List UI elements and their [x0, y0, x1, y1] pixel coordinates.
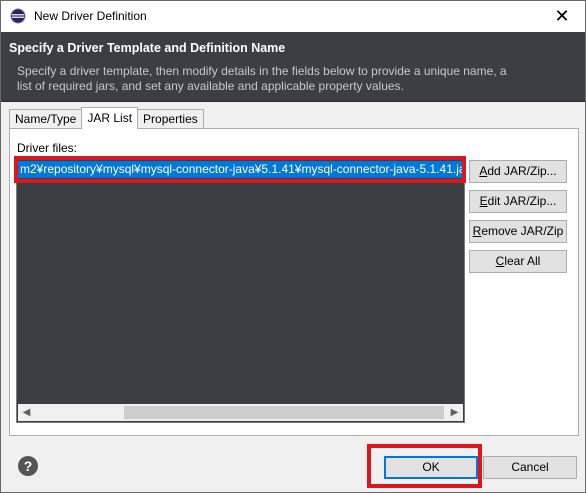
tab-jar-list[interactable]: JAR List — [81, 107, 139, 129]
clear-all-button[interactable]: Clear All — [469, 250, 567, 273]
edit-jar-button[interactable]: Edit JAR/Zip... — [469, 190, 567, 213]
list-item[interactable]: m2¥repository¥mysql¥mysql-connector-java… — [18, 161, 463, 178]
edit-jar-mnemonic: E — [479, 194, 488, 208]
scroll-thumb[interactable] — [124, 406, 444, 419]
edit-jar-label: dit JAR/Zip... — [487, 194, 557, 208]
ok-button[interactable]: OK — [384, 456, 478, 479]
title-bar: New Driver Definition ✕ — [1, 1, 585, 32]
remove-jar-button[interactable]: Remove JAR/Zip — [469, 220, 567, 243]
header-description: Specify a driver template, then modify d… — [17, 64, 507, 93]
dialog-window: New Driver Definition ✕ Specify a Driver… — [0, 0, 586, 493]
eclipse-icon — [10, 8, 26, 24]
tab-bar: Name/Type JAR List Properties — [9, 107, 204, 129]
tab-name-type[interactable]: Name/Type — [9, 109, 83, 129]
driver-files-list[interactable]: m2¥repository¥mysql¥mysql-connector-java… — [16, 159, 465, 423]
add-jar-label: dd JAR/Zip... — [487, 164, 557, 178]
chevron-left-icon[interactable]: ◀ — [18, 404, 35, 421]
remove-jar-mnemonic: R — [472, 224, 482, 238]
wizard-header: Specify a Driver Template and Definition… — [1, 32, 585, 102]
cancel-button[interactable]: Cancel — [483, 456, 577, 479]
horizontal-scrollbar[interactable]: ◀ ▶ — [18, 404, 463, 421]
chevron-right-icon[interactable]: ▶ — [446, 404, 463, 421]
tab-properties[interactable]: Properties — [137, 109, 204, 129]
help-icon[interactable]: ? — [18, 456, 38, 476]
add-jar-button[interactable]: Add JAR/Zip... — [469, 160, 567, 183]
remove-jar-label: emove JAR/Zip — [481, 224, 564, 238]
window-title: New Driver Definition — [34, 9, 147, 23]
close-icon[interactable]: ✕ — [539, 1, 585, 32]
clear-all-label: lear All — [504, 254, 541, 268]
driver-files-label: Driver files: — [17, 141, 78, 155]
header-title: Specify a Driver Template and Definition… — [9, 41, 286, 55]
clear-all-mnemonic: C — [495, 254, 505, 268]
